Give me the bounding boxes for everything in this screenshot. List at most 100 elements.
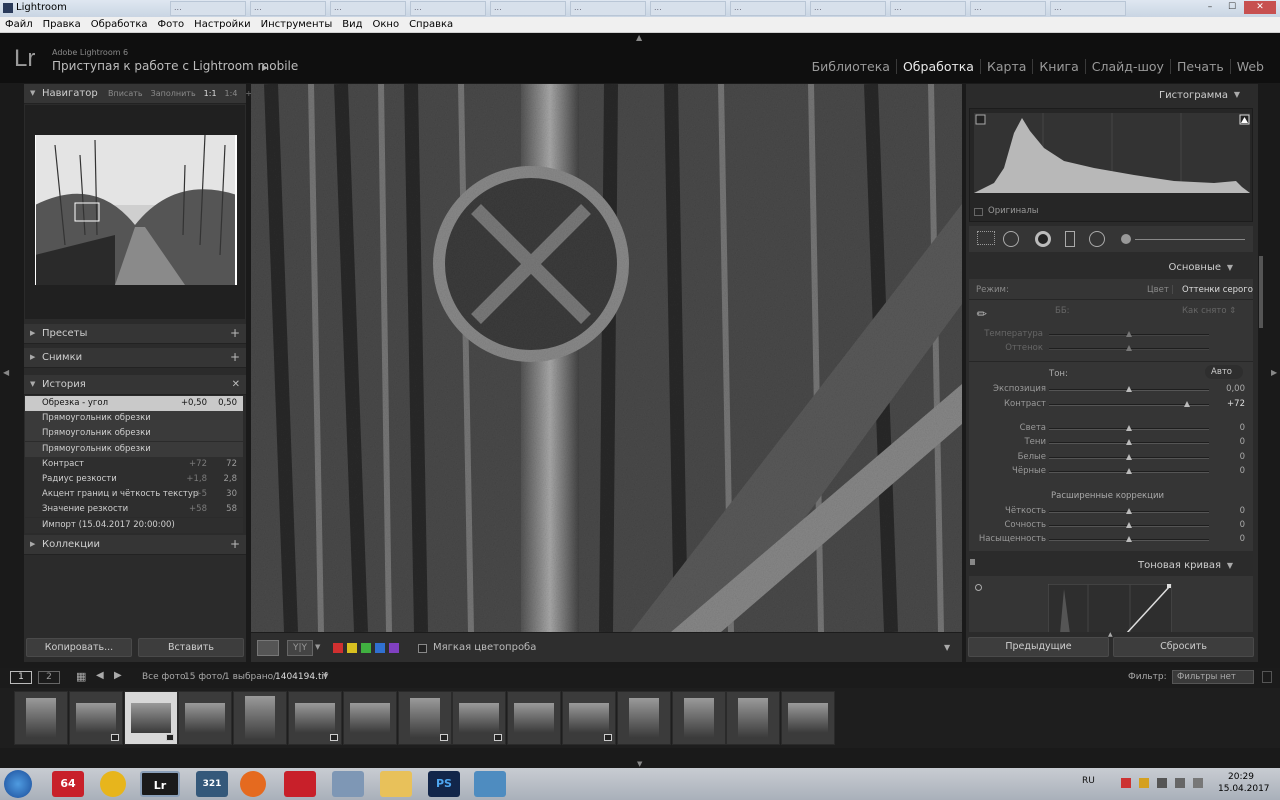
color-label-swatch[interactable]	[361, 643, 371, 653]
left-panel-toggle-icon[interactable]: ◀	[3, 368, 9, 377]
add-snapshot-icon[interactable]: +	[230, 350, 240, 364]
filmstrip-thumbnail[interactable]	[397, 691, 452, 745]
filmstrip-thumbnail[interactable]	[671, 691, 726, 745]
browser-tab[interactable]: ...	[890, 1, 966, 16]
slider-knob[interactable]	[1183, 401, 1190, 407]
slider-track[interactable]	[1049, 508, 1209, 514]
browser-tab[interactable]: ...	[570, 1, 646, 16]
bottom-panel-toggle-icon[interactable]: ▼	[637, 760, 642, 768]
module-web[interactable]: Web	[1229, 59, 1270, 74]
treatment-color[interactable]: Цвет	[1147, 285, 1169, 295]
menu-help[interactable]: Справка	[404, 17, 458, 32]
clock-time[interactable]: 20:29	[1228, 772, 1254, 782]
filmstrip-thumbnail[interactable]	[452, 691, 507, 745]
slider-track[interactable]	[1049, 439, 1209, 445]
slider-track[interactable]	[1049, 468, 1209, 474]
slider-value[interactable]: 0	[1205, 466, 1245, 476]
secondary-window-button[interactable]: 2	[38, 671, 60, 684]
history-item[interactable]: Радиус резкости +1,8 2,8	[25, 472, 243, 487]
filmstrip-thumbnail[interactable]	[781, 691, 836, 745]
tray-volume-icon[interactable]	[1175, 778, 1185, 788]
color-label-swatch[interactable]	[347, 643, 357, 653]
filmstrip-thumbnail[interactable]	[342, 691, 397, 745]
color-label-swatch[interactable]	[375, 643, 385, 653]
brush-slider[interactable]	[1135, 239, 1245, 240]
history-item[interactable]: Обрезка - угол +0,50 0,50	[25, 396, 243, 411]
browser-tab[interactable]: ...	[970, 1, 1046, 16]
spot-removal-icon[interactable]	[1003, 231, 1019, 247]
snapshots-header[interactable]: ▶ Снимки +	[24, 348, 246, 368]
crop-tool-icon[interactable]	[977, 231, 995, 245]
loupe-view-icon[interactable]	[257, 640, 279, 656]
browser-tab[interactable]: ...	[650, 1, 726, 16]
history-item[interactable]: Прямоугольник обрезки	[25, 411, 243, 427]
basic-header[interactable]: Основные ▼	[966, 256, 1258, 280]
target-adjust-icon[interactable]	[975, 584, 982, 591]
history-item[interactable]: Импорт (15.04.2017 20:00:00)	[25, 517, 243, 533]
clear-history-icon[interactable]: ✕	[232, 379, 240, 390]
browser-tab[interactable]: ...	[810, 1, 886, 16]
panel-switch-icon[interactable]	[970, 559, 975, 565]
slider-knob[interactable]	[1126, 386, 1132, 392]
grid-view-icon[interactable]: ▦	[76, 670, 86, 683]
menu-tools[interactable]: Инструменты	[256, 17, 338, 32]
previous-button[interactable]: Предыдущие	[968, 637, 1109, 657]
color-label-swatch[interactable]	[333, 643, 343, 653]
taskbar-lightroom[interactable]: Lr	[140, 771, 180, 797]
slider-value[interactable]: 0	[1205, 534, 1245, 544]
tray-speaker-icon[interactable]	[1193, 778, 1203, 788]
histogram-graph[interactable]	[974, 113, 1250, 193]
taskbar-acrobat[interactable]	[284, 771, 316, 797]
menu-develop[interactable]: Обработка	[86, 17, 153, 32]
soft-proof-checkbox[interactable]	[418, 644, 427, 653]
filmstrip-thumbnail[interactable]	[14, 691, 68, 745]
history-header[interactable]: ▼ История ✕	[24, 375, 246, 395]
filmstrip-thumbnail[interactable]	[233, 691, 288, 745]
browser-tab[interactable]: ...	[1050, 1, 1126, 16]
history-item[interactable]: Значение резкости +58 58	[25, 502, 243, 518]
right-panel-scrollbar[interactable]	[1259, 256, 1263, 328]
filename-dropdown-icon[interactable]: ▼	[323, 672, 328, 680]
radial-filter-icon[interactable]	[1089, 231, 1105, 247]
filmstrip-thumbnail[interactable]	[562, 691, 616, 745]
menu-edit[interactable]: Правка	[38, 17, 86, 32]
filter-lock-icon[interactable]	[1262, 671, 1272, 683]
taskbar-app-64[interactable]: 64	[52, 771, 84, 797]
wb-dropdown[interactable]: Как снято ⇕	[1182, 306, 1236, 316]
browser-tab[interactable]: ...	[250, 1, 326, 16]
wb-picker-icon[interactable]: ✎	[974, 305, 991, 322]
auto-tone-button[interactable]: Авто	[1205, 365, 1243, 379]
browser-tab[interactable]: ...	[170, 1, 246, 16]
taskbar-photoshop[interactable]: PS	[428, 771, 460, 797]
language-indicator[interactable]: RU	[1082, 776, 1095, 786]
tray-flag-icon[interactable]	[1121, 778, 1131, 788]
taskbar-app-321[interactable]: 321	[196, 771, 228, 797]
red-eye-icon[interactable]	[1035, 231, 1051, 247]
module-develop[interactable]: Обработка	[895, 59, 980, 74]
slider-track[interactable]	[1049, 536, 1209, 542]
slider-knob[interactable]	[1126, 508, 1132, 514]
presets-header[interactable]: ▶ Пресеты +	[24, 324, 246, 344]
play-arrow-icon[interactable]: ▶	[262, 63, 268, 72]
module-library[interactable]: Библиотека	[806, 59, 896, 74]
filmstrip-thumbnail[interactable]	[178, 691, 233, 745]
menu-file[interactable]: Файл	[0, 17, 38, 32]
slider-value[interactable]: +72	[1205, 399, 1245, 409]
module-slideshow[interactable]: Слайд-шоу	[1084, 59, 1170, 74]
nav-1-4[interactable]: 1:4	[225, 89, 238, 98]
slider-track[interactable]	[1049, 454, 1209, 460]
taskbar-firefox[interactable]	[240, 771, 266, 797]
browser-tab[interactable]: ...	[330, 1, 406, 16]
temp-slider[interactable]	[1049, 331, 1209, 337]
main-image-view[interactable]	[251, 84, 962, 632]
forward-arrow-icon[interactable]: ▶	[114, 670, 122, 681]
taskbar-photo-viewer[interactable]	[474, 771, 506, 797]
slider-knob[interactable]	[1126, 536, 1132, 542]
menu-window[interactable]: Окно	[368, 17, 405, 32]
filmstrip-thumbnail[interactable]	[507, 691, 562, 745]
menu-photo[interactable]: Фото	[153, 17, 190, 32]
taskbar-calculator[interactable]	[332, 771, 364, 797]
menu-settings[interactable]: Настройки	[189, 17, 255, 32]
filmstrip-thumbnail[interactable]	[288, 691, 342, 745]
slider-track[interactable]	[1049, 425, 1209, 431]
